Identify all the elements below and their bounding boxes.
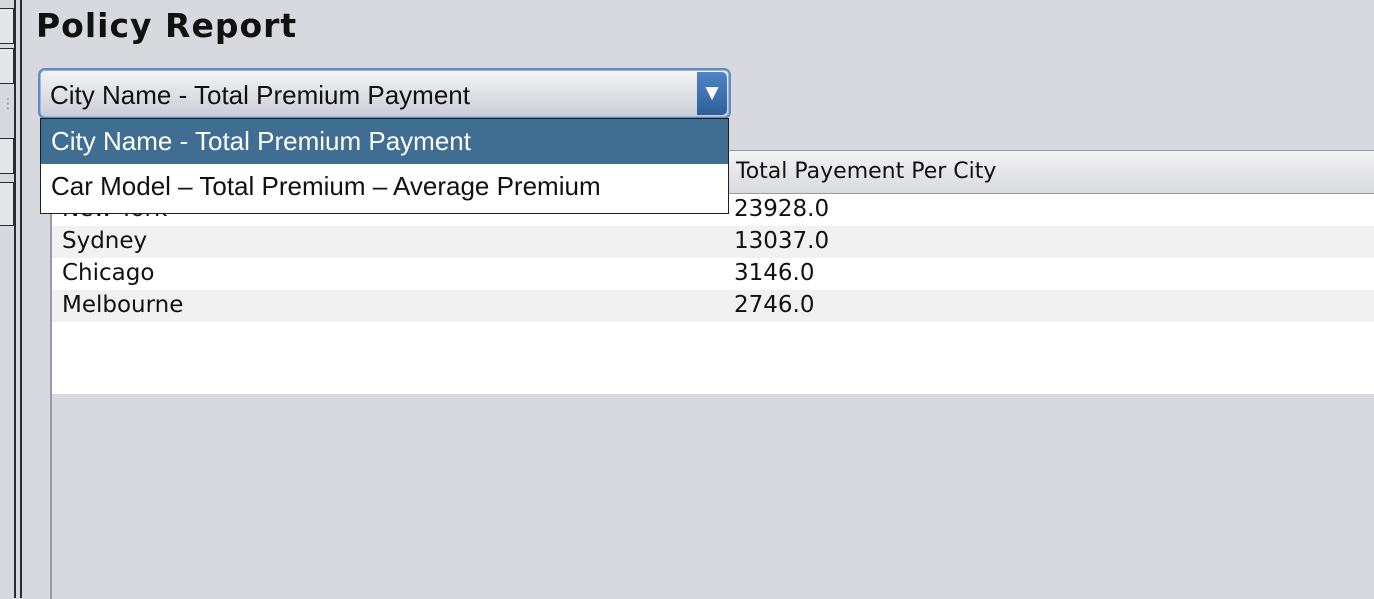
panel-divider (14, 0, 16, 598)
column-header-total[interactable]: Total Payement Per City (736, 159, 996, 184)
option-car-model-premium[interactable]: Car Model – Total Premium – Average Prem… (41, 164, 728, 209)
report-type-select[interactable]: City Name - Total Premium Payment ▼ (38, 68, 731, 119)
table-body: New York 23928.0 Sydney 13037.0 Chicago … (52, 194, 1374, 394)
triangle-down-icon: ▼ (705, 83, 719, 103)
left-panel-tab[interactable] (0, 48, 14, 84)
dropdown-button[interactable]: ▼ (697, 72, 727, 115)
option-label: Car Model – Total Premium – Average Prem… (51, 171, 601, 201)
report-type-selected-value: City Name - Total Premium Payment (50, 80, 470, 110)
cell-total: 3146.0 (734, 260, 815, 286)
left-panel-strip (0, 0, 14, 598)
table-row[interactable]: Melbourne 2746.0 (52, 290, 1374, 322)
cell-city: Chicago (62, 260, 155, 286)
option-city-total-premium[interactable]: City Name - Total Premium Payment (41, 119, 728, 164)
cell-city: Sydney (62, 228, 148, 254)
report-type-options-list: City Name - Total Premium Payment Car Mo… (40, 118, 729, 214)
option-label: City Name - Total Premium Payment (51, 126, 471, 156)
cell-total: 2746.0 (734, 292, 815, 318)
left-panel-tab[interactable] (0, 182, 14, 226)
table-row[interactable]: Chicago 3146.0 (52, 258, 1374, 290)
panel-divider[interactable] (20, 0, 22, 598)
cell-city: Melbourne (62, 292, 184, 318)
report-table: Total Payement Per City New York 23928.0… (50, 150, 1374, 599)
cell-total: 23928.0 (734, 196, 830, 222)
table-row[interactable]: Sydney 13037.0 (52, 226, 1374, 258)
cell-total: 13037.0 (734, 228, 830, 254)
left-panel-tab[interactable] (0, 138, 14, 174)
page-title: Policy Report (36, 6, 298, 45)
left-panel-tab[interactable] (0, 8, 14, 44)
splitter-grip-icon[interactable]: ⋮ (1, 97, 15, 111)
